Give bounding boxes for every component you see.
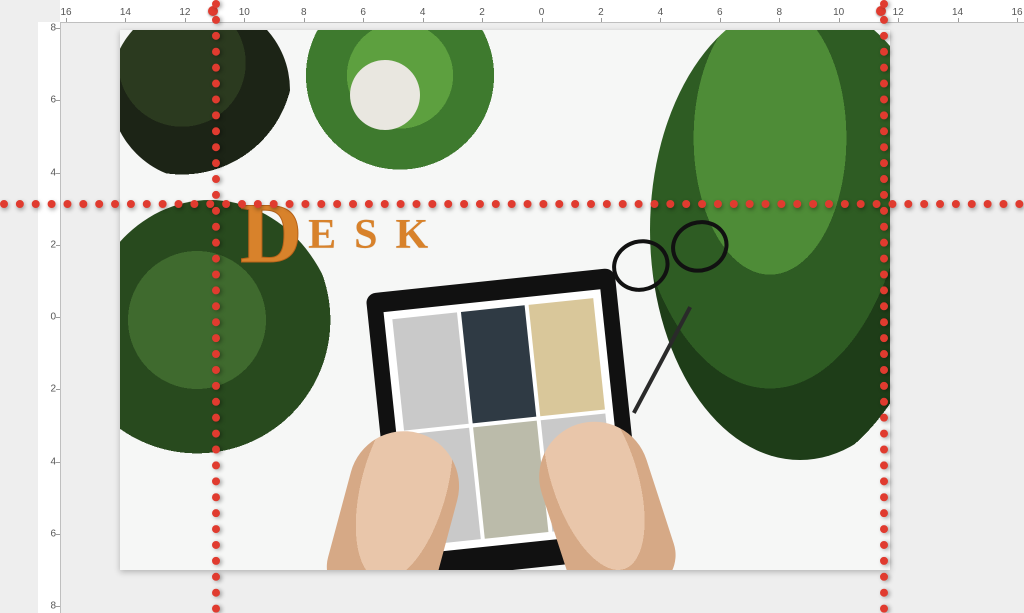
ruler-h-label: 10 bbox=[239, 8, 250, 18]
ruler-h-label: 4 bbox=[658, 8, 664, 18]
ruler-v-label: 2 bbox=[50, 239, 56, 250]
ruler-h-label: 16 bbox=[1011, 8, 1022, 18]
ruler-v-label: 8 bbox=[50, 23, 56, 34]
ruler-h-label: 14 bbox=[120, 8, 131, 18]
ruler-h-label: 6 bbox=[360, 8, 366, 18]
ruler-v-label: 8 bbox=[50, 601, 56, 612]
ruler-h-label: 12 bbox=[179, 8, 190, 18]
ruler-h-label: 8 bbox=[776, 8, 782, 18]
guide-horizontal-1[interactable] bbox=[0, 200, 1024, 208]
text-rest: ESK bbox=[308, 212, 446, 258]
guide-vertical-1[interactable] bbox=[212, 0, 220, 613]
ruler-h-label: 6 bbox=[717, 8, 723, 18]
ruler-h-label: 10 bbox=[833, 8, 844, 18]
ruler-v-label: 4 bbox=[50, 167, 56, 178]
ruler-v-label: 4 bbox=[50, 456, 56, 467]
ruler-h-label: 12 bbox=[893, 8, 904, 18]
ruler-v-label: 0 bbox=[50, 312, 56, 323]
ruler-v-label: 6 bbox=[50, 528, 56, 539]
ruler-h-label: 4 bbox=[420, 8, 426, 18]
ruler-h-label: 2 bbox=[479, 8, 485, 18]
ruler-vertical[interactable]: 8 6 4 2 0 2 4 6 8 bbox=[38, 22, 61, 613]
plant-top-center bbox=[290, 30, 510, 180]
ruler-h-label: 14 bbox=[952, 8, 963, 18]
editor-viewport: 16 14 12 10 8 6 4 2 0 2 4 6 8 10 12 14 16 8 6 4 2 0 2 4 6 8 DESK bbox=[0, 0, 1024, 613]
ruler-h-label: 8 bbox=[301, 8, 307, 18]
background-photo[interactable]: DESK bbox=[120, 30, 890, 570]
guide-vertical-2[interactable] bbox=[880, 0, 888, 613]
ruler-v-label: 2 bbox=[50, 384, 56, 395]
ruler-h-label: 0 bbox=[539, 8, 545, 18]
slide-page[interactable]: DESK bbox=[120, 30, 890, 570]
ruler-v-label: 6 bbox=[50, 95, 56, 106]
ruler-h-label: 16 bbox=[60, 8, 71, 18]
plant-top-left bbox=[120, 30, 290, 180]
ruler-h-label: 2 bbox=[598, 8, 604, 18]
